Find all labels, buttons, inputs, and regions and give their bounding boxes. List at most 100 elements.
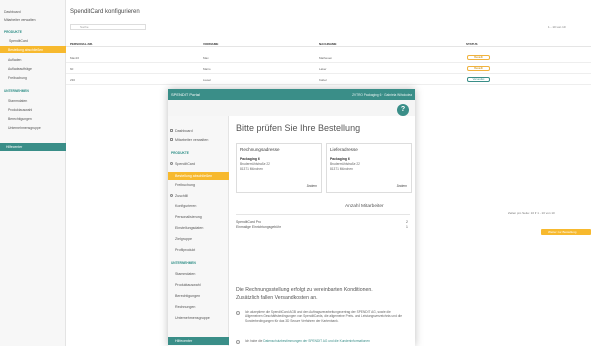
window-sidebar: Dashboard Mitarbeiter verwalten PRODUKTE…: [168, 116, 229, 346]
billing-note: Die Rechnungsstellung erfolgt zu vereinb…: [236, 287, 373, 293]
sidebar-item-zielgruppe[interactable]: Zielgruppe: [175, 237, 192, 241]
sidebar-item-unternehmensgruppe[interactable]: Unternehmensgruppe: [175, 316, 210, 320]
status-badge: Bestellt: [467, 66, 490, 71]
bg-sidebar-item-active[interactable]: Bestellung abschließen: [0, 46, 66, 53]
sidebar-item-active[interactable]: Bestellung abschließen: [168, 172, 229, 180]
billing-name: Packaging 6: [240, 157, 260, 161]
table-row[interactable]: 60 Mario Laker Bestellt: [66, 64, 591, 74]
bg-pager-bottom[interactable]: Zeilen pro Seite: 10 ▾ 1 - 10 von 10: [508, 211, 555, 215]
bg-col-status[interactable]: STATUS: [466, 42, 478, 46]
bg-sidebar-item-stammdaten[interactable]: Stammdaten: [8, 99, 27, 103]
delivery-heading: Lieferadresse: [330, 147, 358, 152]
sidebar-item-einstellungsdaten[interactable]: Einstellungsdaten: [175, 226, 203, 230]
sidebar-section-company: UNTERNEHMEN: [171, 261, 196, 265]
bg-sidebar-section-company: UNTERNEHMEN: [4, 89, 29, 93]
bg-cell-last: Mathesen: [319, 56, 333, 60]
product-name: SpenditCard Pro: [236, 220, 262, 224]
bg-cell-nr: 60: [70, 67, 74, 71]
bg-col-nachname[interactable]: NACHNAME: [319, 42, 337, 46]
sidebar-item-employees[interactable]: Mitarbeiter verwalten: [175, 138, 208, 142]
order-review-window: SPENDIT Portal ZVTRO Packaging 6 · Gabri…: [168, 89, 415, 346]
terms-checkbox[interactable]: [236, 311, 240, 315]
bg-page-title: SpenditCard konfigurieren: [70, 9, 140, 15]
sidebar-item-produktauswahl[interactable]: Produktauswahl: [175, 283, 201, 287]
window-header: SPENDIT Portal ZVTRO Packaging 6 · Gabri…: [168, 89, 415, 100]
billing-street: Brudermühlstraße 22: [240, 162, 270, 166]
page-title: Bitte prüfen Sie Ihre Bestellung: [236, 123, 361, 133]
dashboard-icon: [170, 129, 173, 132]
shipping-note: Zusätzlich fallen Versandkosten an.: [236, 295, 318, 301]
bg-table-header: PERSONAL-NR. VORNAME NACHNAME STATUS: [66, 41, 591, 47]
bg-search-input[interactable]: Suche: [70, 24, 146, 30]
bg-cell-first: Liesel: [203, 78, 211, 82]
bg-cell-first: Mario: [203, 67, 211, 71]
bg-sidebar-section-products: PRODUKTE: [4, 30, 22, 34]
bg-col-personal-nr[interactable]: PERSONAL-NR.: [70, 42, 93, 46]
sidebar-help-label: Hilfecenter: [175, 339, 193, 343]
bg-cell-last: Kabel: [319, 78, 327, 82]
bg-sidebar-item-dashboard[interactable]: Dashboard: [4, 10, 21, 14]
privacy-checkbox[interactable]: [236, 340, 240, 344]
bg-cell-last: Laker: [319, 67, 327, 71]
divider: [236, 214, 410, 215]
bg-sidebar-item-berechtigungen[interactable]: Berechtigungen: [8, 117, 32, 121]
sidebar-item-personalisierung[interactable]: Personalisierung: [175, 215, 202, 219]
users-icon: [170, 138, 173, 141]
bg-pager-top: 1 - 10 von 10: [548, 25, 566, 29]
delivery-name: Packaging 6: [330, 157, 350, 161]
privacy-text: Ich habe die Datenschutzbestimmungen der…: [245, 339, 405, 343]
sidebar-item-rechnungen[interactable]: Rechnungen: [175, 305, 195, 309]
bg-sidebar-item-aufladeauftraege[interactable]: Aufladeaufträge: [8, 67, 32, 71]
sidebar-item-stammdaten[interactable]: Stammdaten: [175, 272, 195, 276]
table-row[interactable]: Max16 Max Mathesen Bestellt: [66, 53, 591, 63]
brand-logo[interactable]: SPENDIT Portal: [171, 92, 200, 97]
table-row[interactable]: 230 Liesel Kabel Versendet: [66, 75, 591, 85]
sidebar-item-freibuchung[interactable]: Freibuchung: [175, 183, 195, 187]
card-icon: [170, 162, 173, 165]
status-badge: Bestellt: [467, 55, 490, 60]
delivery-street: Brudermühlstraße 22: [330, 162, 360, 166]
bg-cell-first: Max: [203, 56, 209, 60]
sidebar-item-zuschuss[interactable]: Zuschlill: [175, 194, 188, 198]
sidebar-item-spenditcard[interactable]: SpenditCard: [175, 162, 195, 166]
product-qty: 1: [406, 225, 408, 229]
bg-sidebar-item-aufladen[interactable]: Aufladen: [8, 58, 21, 62]
delivery-edit-link[interactable]: Ändern: [397, 184, 407, 188]
billing-city: 81371 München: [240, 167, 263, 171]
window-subheader: [168, 100, 415, 116]
topup-icon: [170, 194, 173, 197]
sidebar-active-label: Bestellung abschließen: [175, 174, 213, 178]
billing-address-card: Rechnungsadresse Packaging 6 Brudermühls…: [236, 143, 322, 193]
sidebar-item-profilprodukt[interactable]: Profilprodukt: [175, 248, 195, 252]
sidebar-help-button[interactable]: Hilfecenter: [168, 337, 229, 345]
bg-sidebar-item-unternehmensgruppe[interactable]: Unternehmensgruppe: [8, 126, 41, 130]
background-sidebar: Dashboard Mitarbeiter verwalten PRODUKTE…: [0, 0, 66, 346]
bg-sidebar-active-label: Bestellung abschließen: [8, 47, 44, 52]
privacy-link[interactable]: Datenschutzbestimmungen der SPENDIT AG u…: [263, 339, 370, 343]
user-info[interactable]: ZVTRO Packaging 6 · Gabriela Wihokolea: [352, 93, 412, 97]
bg-sidebar-item-produktauswahl[interactable]: Produktauswahl: [8, 108, 32, 112]
help-button[interactable]: ?: [397, 104, 409, 116]
sidebar-item-dashboard[interactable]: Dashboard: [175, 129, 193, 133]
privacy-text-pre: Ich habe die: [245, 339, 263, 343]
billing-heading: Rechnungsadresse: [240, 147, 280, 152]
sidebar-item-berechtigungen[interactable]: Berechtigungen: [175, 294, 200, 298]
delivery-city: 81371 München: [330, 167, 353, 171]
terms-text: Ich akzeptiere die SpenditCard AGB und d…: [245, 310, 402, 323]
bg-sidebar-help-button[interactable]: Hilfecenter: [0, 143, 66, 151]
bg-col-vorname[interactable]: VORNAME: [203, 42, 218, 46]
delivery-address-card: Lieferadresse Packaging 6 Brudermühlstra…: [326, 143, 412, 193]
product-qty: 2: [406, 220, 408, 224]
status-badge: Versendet: [467, 77, 490, 82]
product-name: Einmalige Einrichtungsgebühr: [236, 225, 282, 229]
sidebar-item-konfigurieren[interactable]: Konfigurieren: [175, 204, 196, 208]
bg-sidebar-item-employees[interactable]: Mitarbeiter verwalten: [4, 18, 35, 22]
bg-cell-nr: 230: [70, 78, 76, 82]
bg-sidebar-item-freibuchung[interactable]: Freibuchung: [8, 76, 27, 80]
bg-sidebar-item-spenditcard[interactable]: SpenditCard: [9, 39, 28, 43]
bg-sidebar-help-label: Hilfecenter: [6, 145, 23, 149]
sidebar-section-products: PRODUKTE: [171, 151, 189, 155]
bg-cell-nr: Max16: [70, 56, 80, 60]
bg-continue-button[interactable]: Weiter zur Bestellung: [541, 229, 591, 235]
billing-edit-link[interactable]: Ändern: [307, 184, 317, 188]
